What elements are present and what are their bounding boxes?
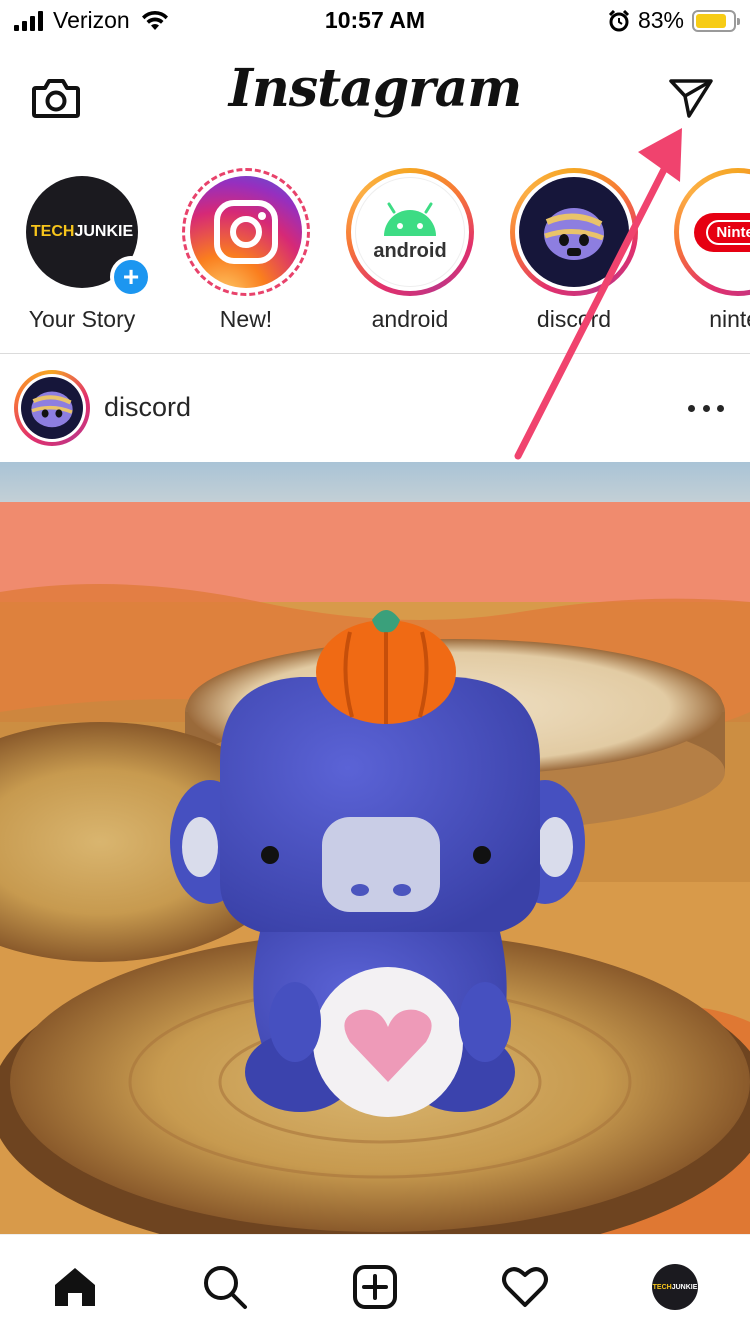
story-ring: TECHJUNKIE + xyxy=(18,168,152,298)
instagram-app-avatar xyxy=(190,176,302,288)
post-author-avatar[interactable] xyxy=(14,370,90,446)
status-right: 83% xyxy=(608,7,740,34)
nintendo-avatar: Ninter xyxy=(683,177,750,287)
nav-activity[interactable] xyxy=(497,1259,553,1315)
profile-avatar: TECHJUNKIE xyxy=(652,1264,698,1310)
home-icon xyxy=(55,1268,95,1306)
photo-blue-mascot-with-pumpkin xyxy=(0,462,750,1234)
story-ring: Ninter xyxy=(674,168,750,296)
paper-plane-icon[interactable] xyxy=(668,76,714,120)
android-robot-icon xyxy=(384,202,436,236)
post-username[interactable]: discord xyxy=(104,392,191,423)
bottom-tab-bar: TECHJUNKIE xyxy=(0,1234,750,1334)
story-nintendo[interactable]: Ninter ninter xyxy=(668,168,750,333)
battery-icon xyxy=(692,9,740,32)
battery-level xyxy=(696,13,726,28)
nav-profile[interactable]: TECHJUNKIE xyxy=(647,1259,703,1315)
story-android[interactable]: android android xyxy=(340,168,480,333)
story-label: android xyxy=(371,306,449,332)
activity-heart-icon xyxy=(502,1267,548,1307)
alarm-icon xyxy=(608,9,630,31)
more-horizontal-icon[interactable] xyxy=(688,396,724,420)
story-ring: android xyxy=(346,168,474,296)
battery-percent: 83% xyxy=(637,7,684,33)
status-bar: Verizon 10:57 AM 83% xyxy=(0,0,750,40)
stories-tray[interactable]: TECHJUNKIE + Your Story New! android and… xyxy=(0,150,750,354)
search-icon xyxy=(204,1266,247,1309)
story-label: ninter xyxy=(709,306,750,332)
story-ring xyxy=(510,168,638,296)
story-label: Your Story xyxy=(28,306,136,332)
nav-home[interactable] xyxy=(47,1259,103,1315)
instagram-glyph-icon xyxy=(214,200,278,264)
app-header: Instagram xyxy=(0,40,750,150)
discord-mummy-mascot-icon xyxy=(544,208,604,260)
story-label: discord xyxy=(536,306,612,332)
story-your-story[interactable]: TECHJUNKIE + Your Story xyxy=(12,168,152,333)
story-ring-dashed xyxy=(182,168,310,296)
discord-mummy-mascot-icon xyxy=(31,391,73,428)
story-new[interactable]: New! xyxy=(176,168,316,333)
story-discord[interactable]: discord xyxy=(504,168,644,333)
android-avatar: android xyxy=(355,177,465,287)
story-label: New! xyxy=(219,306,273,332)
discord-avatar xyxy=(519,177,629,287)
post-header: discord xyxy=(0,354,750,462)
instagram-logo[interactable]: Instagram xyxy=(0,58,750,119)
new-post-icon xyxy=(353,1265,397,1309)
nav-search[interactable] xyxy=(197,1259,253,1315)
nav-new-post[interactable] xyxy=(347,1259,403,1315)
post-photo[interactable] xyxy=(0,462,750,1234)
add-story-plus-icon[interactable]: + xyxy=(110,256,152,298)
